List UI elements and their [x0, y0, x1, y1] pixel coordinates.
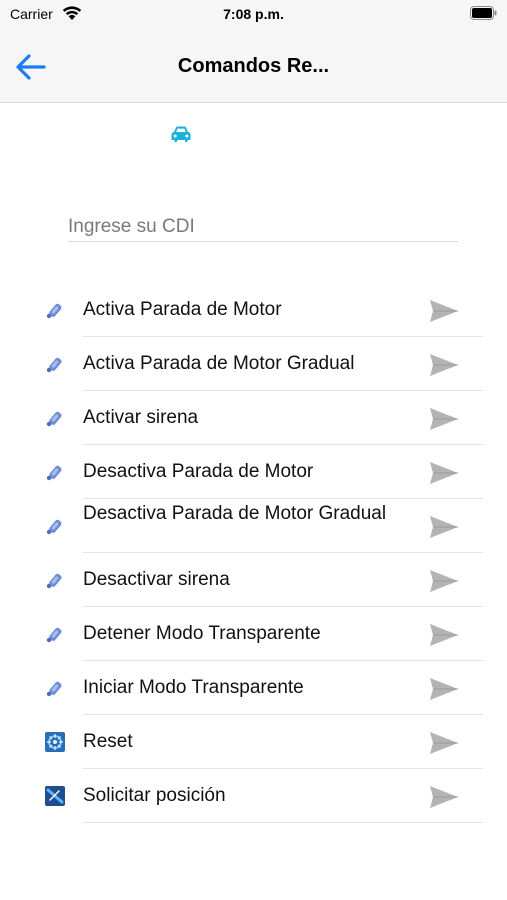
command-row[interactable]: Activa Parada de Motor	[0, 283, 507, 337]
send-icon[interactable]	[429, 785, 459, 809]
command-label: Solicitar posición	[83, 785, 226, 806]
send-icon[interactable]	[429, 569, 459, 593]
command-row[interactable]: Desactivar sirena	[0, 553, 507, 607]
status-bar: Carrier 7:08 p.m.	[0, 0, 507, 30]
command-row[interactable]: Activa Parada de Motor Gradual	[0, 337, 507, 391]
command-label: Activa Parada de Motor Gradual	[83, 353, 355, 374]
row-divider	[83, 822, 483, 823]
send-icon[interactable]	[429, 623, 459, 647]
reset-icon	[45, 732, 65, 752]
command-label: Desactiva Parada de Motor	[83, 461, 314, 482]
cdi-input[interactable]	[68, 212, 458, 242]
send-icon[interactable]	[429, 677, 459, 701]
command-label: Detener Modo Transparente	[83, 623, 321, 644]
command-label: Desactivar sirena	[83, 569, 230, 590]
top-bar: Carrier 7:08 p.m. Comandos Re...	[0, 0, 507, 103]
satellite-icon	[46, 303, 62, 319]
command-row[interactable]: Solicitar posición	[0, 769, 507, 823]
command-row[interactable]: Iniciar Modo Transparente	[0, 661, 507, 715]
satellite-icon	[46, 627, 62, 643]
satellite-icon	[46, 465, 62, 481]
command-row[interactable]: Detener Modo Transparente	[0, 607, 507, 661]
command-label: Iniciar Modo Transparente	[83, 677, 304, 698]
page-title: Comandos Re...	[177, 55, 330, 77]
command-row[interactable]: Desactiva Parada de Motor Gradual	[0, 499, 507, 553]
send-icon[interactable]	[429, 407, 459, 431]
send-icon[interactable]	[429, 299, 459, 323]
screen: Carrier 7:08 p.m. Comandos Re... Ingrese…	[0, 0, 507, 900]
send-icon[interactable]	[429, 353, 459, 377]
command-label: Activar sirena	[83, 407, 199, 428]
send-icon[interactable]	[429, 515, 459, 539]
car-icon	[171, 126, 191, 142]
position-icon	[45, 786, 65, 806]
satellite-icon	[46, 681, 62, 697]
satellite-icon	[46, 411, 62, 427]
command-row[interactable]: Desactiva Parada de Motor	[0, 445, 507, 499]
satellite-icon	[46, 519, 62, 535]
command-row[interactable]: Reset	[0, 715, 507, 769]
satellite-icon	[46, 357, 62, 373]
send-icon[interactable]	[429, 461, 459, 485]
satellite-icon	[46, 573, 62, 589]
battery-icon	[470, 6, 497, 20]
command-row[interactable]: Activar sirena	[0, 391, 507, 445]
status-time: 7:08 p.m.	[223, 6, 284, 22]
command-label: Reset	[83, 731, 133, 752]
command-label: Desactiva Parada de Motor Gradual	[83, 503, 387, 524]
send-icon[interactable]	[429, 731, 459, 755]
command-label: Activa Parada de Motor	[83, 299, 282, 320]
